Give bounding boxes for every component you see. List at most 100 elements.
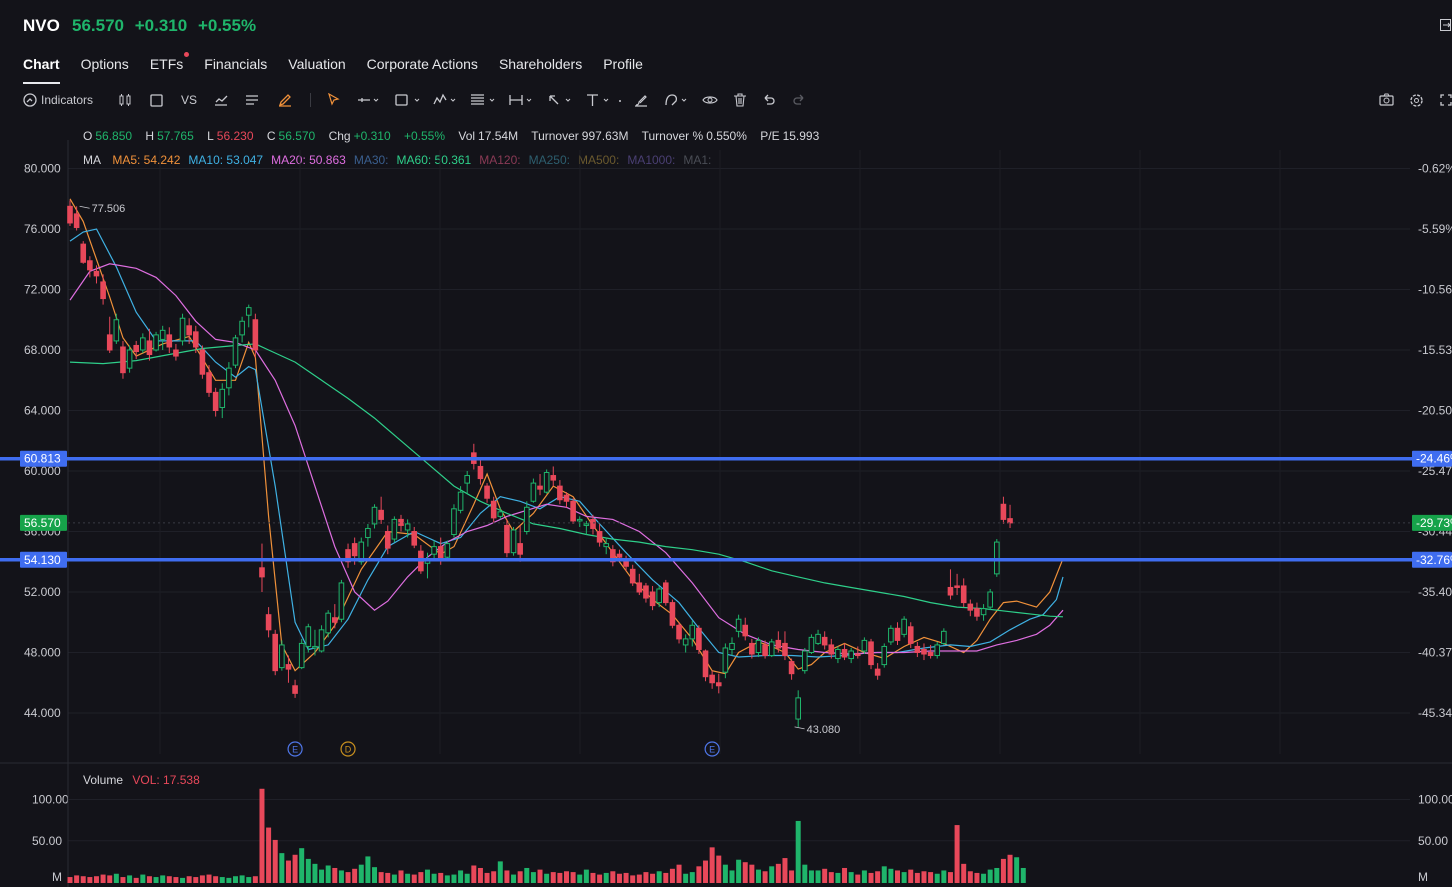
candle xyxy=(603,537,610,555)
volume-bar xyxy=(630,875,636,883)
candle xyxy=(523,501,530,535)
volume-bar xyxy=(822,868,828,883)
undo-icon[interactable] xyxy=(762,91,776,109)
candle-body xyxy=(643,585,649,599)
candle xyxy=(504,519,510,558)
volume-bar xyxy=(385,872,391,883)
volume-bar xyxy=(557,872,563,883)
arrow-icon[interactable] xyxy=(548,91,574,109)
volume-bar xyxy=(842,867,848,883)
volume-bar xyxy=(603,872,609,883)
volume-bar xyxy=(471,865,477,883)
candle-body xyxy=(563,494,570,502)
pattern-icon[interactable] xyxy=(433,91,459,109)
candle-body xyxy=(841,648,848,658)
candle-type-icon[interactable] xyxy=(118,91,132,109)
volume-bar xyxy=(219,877,225,883)
volume-bar xyxy=(848,872,854,883)
tab-financials[interactable]: Financials xyxy=(204,56,267,78)
candle xyxy=(312,629,318,656)
y-axis-ticks: 80.000 -0.62% 76.000 -5.59% 72.000 -10.56% 68.… xyxy=(24,162,1452,721)
y-tick-label-right: -40.37% xyxy=(1418,646,1452,660)
candle-body xyxy=(914,645,921,654)
volume-bar xyxy=(133,877,139,883)
tab-corporate-actions[interactable]: Corporate Actions xyxy=(367,56,478,78)
volume-bar xyxy=(497,861,503,883)
rect-icon[interactable] xyxy=(150,91,163,109)
candle xyxy=(934,641,941,659)
tab-shareholders[interactable]: Shareholders xyxy=(499,56,582,78)
candle-body xyxy=(775,639,782,649)
candle-body xyxy=(960,585,967,604)
volume-bar xyxy=(67,877,73,883)
exit-icon[interactable] xyxy=(1440,18,1452,32)
volume-bar xyxy=(550,872,556,883)
redo-icon[interactable] xyxy=(792,91,806,109)
volume-bar xyxy=(802,864,808,883)
candle xyxy=(702,649,709,682)
volume-bar xyxy=(623,872,629,883)
annotation-leader xyxy=(794,726,805,730)
camera-icon[interactable] xyxy=(1379,91,1394,109)
volume-legend-value: VOL: 17.538 xyxy=(132,773,200,787)
volume-bar xyxy=(914,872,920,883)
volume-bar xyxy=(74,875,80,883)
magnet-icon[interactable] xyxy=(664,91,690,109)
candle-body xyxy=(629,568,636,584)
candle xyxy=(365,523,371,547)
candle-body xyxy=(557,485,563,501)
candle xyxy=(338,579,345,623)
candle-body xyxy=(676,624,682,640)
tab-label: Valuation xyxy=(288,56,346,72)
volume-bar xyxy=(709,847,715,883)
volume-bar xyxy=(597,874,603,883)
fib-icon[interactable] xyxy=(470,91,498,109)
trash-icon[interactable] xyxy=(733,91,747,109)
indicators-button[interactable]: Indicators xyxy=(23,91,93,109)
level-tag-left: 54.130 xyxy=(20,551,67,568)
volume-bar xyxy=(252,876,258,883)
tab-options[interactable]: Options xyxy=(81,56,129,78)
volume-bar xyxy=(577,874,583,883)
volume-bar xyxy=(590,872,596,883)
candle-body xyxy=(504,524,510,554)
candle-body xyxy=(265,614,272,631)
volume-bar xyxy=(279,853,285,883)
y-tick-label-left: 72.000 xyxy=(24,283,61,297)
candle xyxy=(126,345,133,373)
eye-icon[interactable] xyxy=(702,91,718,109)
ma-line-ma5 xyxy=(69,198,1064,675)
fullscreen-icon[interactable] xyxy=(1440,91,1452,109)
volume-bar xyxy=(372,867,378,883)
tab-label: Profile xyxy=(603,56,643,72)
candle xyxy=(543,469,550,494)
volume-bar xyxy=(424,869,430,883)
candle xyxy=(113,313,120,344)
vol-tick-label-right: 50.00 xyxy=(1418,834,1448,848)
indicator-chart-icon[interactable] xyxy=(214,91,228,109)
tab-profile[interactable]: Profile xyxy=(603,56,643,78)
tab-valuation[interactable]: Valuation xyxy=(288,56,345,78)
shape-icon[interactable] xyxy=(395,91,421,109)
candle-body xyxy=(146,340,153,356)
compare-vs-button[interactable]: VS xyxy=(181,91,197,109)
volume-bar xyxy=(160,875,166,883)
candle-body xyxy=(994,541,1000,575)
line-icon[interactable] xyxy=(357,91,379,109)
candle-body xyxy=(120,346,126,374)
candle-body xyxy=(437,546,444,560)
volume-chart[interactable]: 100.00 100.00 50.00 50.00 M M xyxy=(0,764,1452,887)
measure-icon[interactable] xyxy=(509,91,537,109)
template-icon[interactable] xyxy=(245,91,259,109)
tab-etfs[interactable]: ETFs xyxy=(150,52,190,78)
price-chart[interactable]: 80.000 -0.62% 76.000 -5.59% 72.000 -10.56% 68.… xyxy=(0,140,1452,764)
volume-bar xyxy=(226,877,232,883)
text-icon[interactable] xyxy=(586,91,624,109)
volume-bar xyxy=(484,872,490,883)
settings-icon[interactable] xyxy=(1409,91,1424,109)
tab-chart[interactable]: Chart xyxy=(23,56,60,84)
brush-icon[interactable] xyxy=(634,91,648,109)
cursor-icon[interactable] xyxy=(327,91,340,109)
pencil-icon[interactable] xyxy=(278,91,292,109)
candle xyxy=(768,638,775,658)
